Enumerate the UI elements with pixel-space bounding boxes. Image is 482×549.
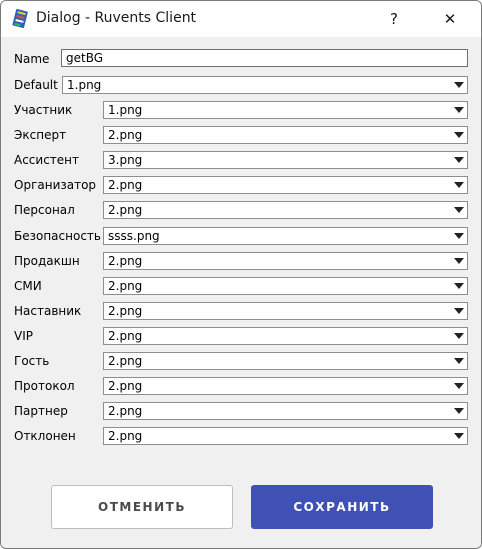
chevron-down-icon <box>451 328 467 344</box>
chevron-down-icon <box>451 228 467 244</box>
name-input[interactable]: getBG <box>61 49 468 67</box>
chevron-down-icon <box>451 127 467 143</box>
role-select[interactable]: 2.png <box>103 201 468 219</box>
chevron-down-icon <box>451 428 467 444</box>
role-select[interactable]: 2.png <box>103 327 468 345</box>
role-select[interactable]: 2.png <box>103 402 468 420</box>
role-select[interactable]: ssss.png <box>103 227 468 245</box>
role-select[interactable]: 2.png <box>103 277 468 295</box>
chevron-down-icon <box>451 403 467 419</box>
role-select[interactable]: 2.png <box>103 427 468 445</box>
role-select-value: 2.png <box>108 254 143 268</box>
chevron-down-icon <box>451 353 467 369</box>
help-button[interactable]: ? <box>371 1 417 37</box>
name-input-value: getBG <box>66 51 104 65</box>
role-select[interactable]: 2.png <box>103 126 468 144</box>
role-label: СМИ <box>14 279 42 293</box>
role-select[interactable]: 2.png <box>103 252 468 270</box>
chevron-down-icon <box>451 152 467 168</box>
role-select-value: 3.png <box>108 153 143 167</box>
role-label: Партнер <box>14 404 68 418</box>
default-label: Default <box>14 78 58 92</box>
role-label: Безопасность <box>14 229 101 243</box>
chevron-down-icon <box>451 77 467 93</box>
chevron-down-icon <box>451 202 467 218</box>
role-select[interactable]: 3.png <box>103 151 468 169</box>
role-select[interactable]: 2.png <box>103 302 468 320</box>
role-select[interactable]: 1.png <box>103 101 468 119</box>
chevron-down-icon <box>451 303 467 319</box>
default-select-value: 1.png <box>67 78 102 92</box>
cancel-button[interactable]: ОТМЕНИТЬ <box>51 485 233 529</box>
role-select-value: 2.png <box>108 128 143 142</box>
close-icon: ✕ <box>443 10 457 28</box>
role-select-value: 1.png <box>108 103 143 117</box>
role-label: Продакшн <box>14 254 80 268</box>
chevron-down-icon <box>451 253 467 269</box>
help-icon: ? <box>390 10 398 28</box>
role-label: Персонал <box>14 203 75 217</box>
role-label: Эксперт <box>14 128 67 142</box>
ruvents-app-icon <box>12 9 28 29</box>
role-select-value: ssss.png <box>108 229 160 243</box>
name-label: Name <box>14 52 50 66</box>
role-select-value: 2.png <box>108 429 143 443</box>
close-button[interactable]: ✕ <box>427 1 473 37</box>
role-select[interactable]: 2.png <box>103 377 468 395</box>
role-label: Гость <box>14 354 50 368</box>
role-label: Ассистент <box>14 153 80 167</box>
title-bar[interactable]: Dialog - Ruvents Client ? ✕ <box>1 1 481 37</box>
role-label: Протокол <box>14 379 75 393</box>
role-select-value: 2.png <box>108 203 143 217</box>
role-select-value: 2.png <box>108 404 143 418</box>
role-select-value: 2.png <box>108 304 143 318</box>
role-label: VIP <box>14 329 33 343</box>
role-select-value: 2.png <box>108 178 143 192</box>
role-select-value: 2.png <box>108 329 143 343</box>
role-select[interactable]: 2.png <box>103 352 468 370</box>
role-label: Организатор <box>14 178 97 192</box>
role-select[interactable]: 2.png <box>103 176 468 194</box>
role-label: Наставник <box>14 304 82 318</box>
window-title: Dialog - Ruvents Client <box>36 10 197 26</box>
chevron-down-icon <box>451 378 467 394</box>
role-label: Отклонен <box>14 429 76 443</box>
chevron-down-icon <box>451 102 467 118</box>
dialog-content: Name getBG Default 1.png Участник 1.png … <box>1 37 481 548</box>
role-label: Участник <box>14 103 73 117</box>
default-select[interactable]: 1.png <box>62 76 468 94</box>
chevron-down-icon <box>451 278 467 294</box>
role-select-value: 2.png <box>108 354 143 368</box>
role-select-value: 2.png <box>108 379 143 393</box>
dialog-window: Dialog - Ruvents Client ? ✕ Name getBG D… <box>0 0 482 549</box>
save-button[interactable]: СОХРАНИТЬ <box>251 485 433 529</box>
chevron-down-icon <box>451 177 467 193</box>
role-select-value: 2.png <box>108 279 143 293</box>
